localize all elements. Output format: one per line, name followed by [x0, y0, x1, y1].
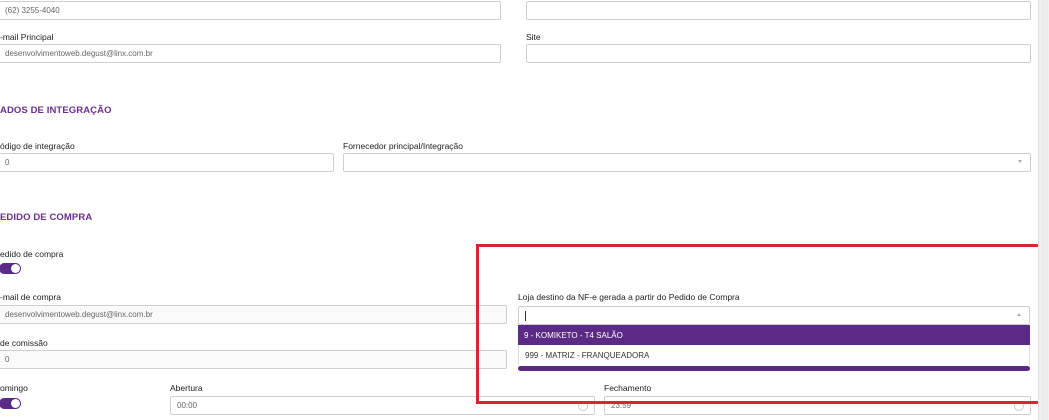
email-input-value: desenvolvimentoweb.degust@linx.com.br	[5, 49, 153, 58]
opening-label: Abertura	[170, 383, 203, 393]
opening-time-value: 00:00	[177, 401, 198, 410]
commission-value: 0	[5, 355, 10, 364]
supplier-label: Fornecedor principal/Integração	[343, 141, 464, 151]
integration-code-input[interactable]: 0	[0, 153, 334, 172]
purchase-order-label: edido de compra	[0, 249, 64, 259]
scrollbar-thumb[interactable]	[1041, 0, 1048, 420]
email-label: -mail Principal	[0, 32, 54, 42]
secondary-field-input[interactable]	[526, 1, 1031, 20]
day-toggle[interactable]	[0, 398, 21, 409]
toggle-knob	[11, 399, 20, 408]
store-settings-form: (62) 3255-4040 -mail Principal Site dese…	[0, 0, 1046, 420]
purchase-email-label: -mail de compra	[0, 292, 61, 302]
email-input[interactable]: desenvolvimentoweb.degust@linx.com.br	[0, 44, 501, 63]
phone-input-value: (62) 3255-4040	[5, 6, 60, 15]
chevron-down-icon	[1018, 160, 1022, 163]
site-input[interactable]	[526, 44, 1031, 63]
integration-section-title: ADOS DE INTEGRAÇÃO	[0, 105, 112, 116]
purchase-order-toggle[interactable]	[0, 263, 21, 274]
integration-code-label: ódigo de integração	[0, 141, 75, 151]
commission-input[interactable]: 0	[0, 350, 507, 369]
supplier-select[interactable]	[343, 153, 1031, 172]
page-scrollbar[interactable]	[1038, 0, 1049, 420]
commission-label: de comissão	[0, 338, 48, 348]
integration-code-value: 0	[5, 158, 10, 167]
purchase-email-value: desenvolvimentoweb.degust@linx.com.br	[5, 310, 153, 319]
purchase-email-input[interactable]: desenvolvimentoweb.degust@linx.com.br	[0, 305, 507, 324]
site-label: Site	[526, 32, 541, 42]
phone-input[interactable]: (62) 3255-4040	[0, 1, 501, 20]
day-label: omingo	[0, 383, 28, 393]
toggle-knob	[11, 264, 20, 273]
purchase-section-title: EDIDO DE COMPRA	[0, 212, 93, 223]
highlight-annotation	[476, 244, 1046, 404]
